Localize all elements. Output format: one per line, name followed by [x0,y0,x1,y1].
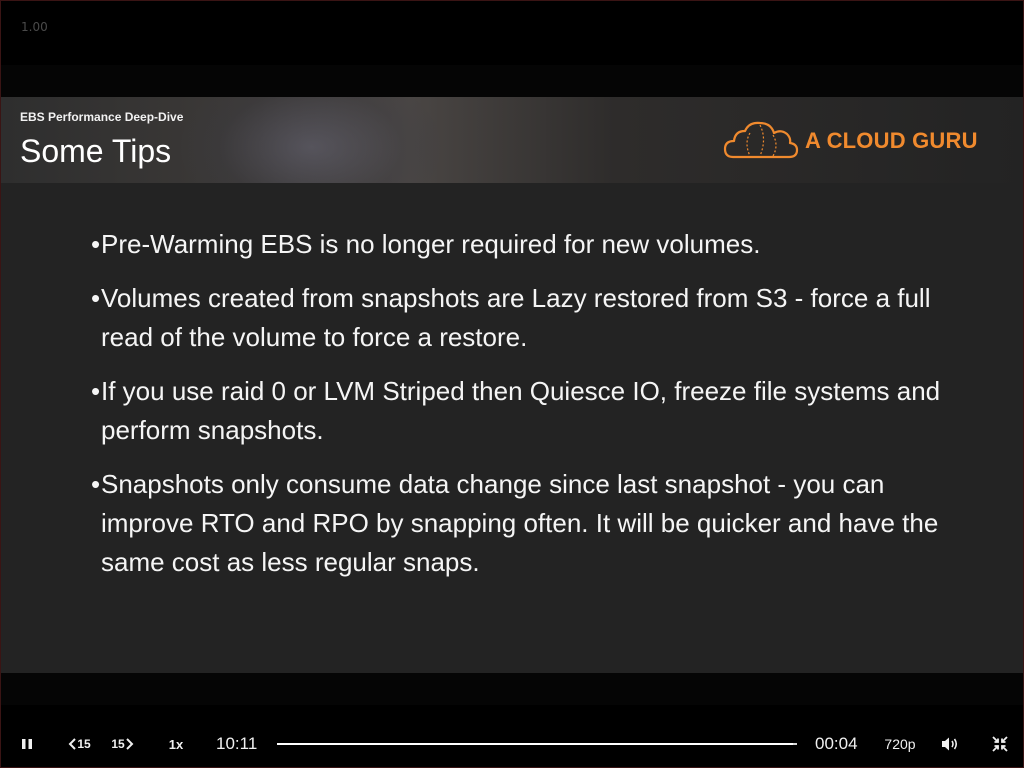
skip-back-button[interactable]: 15 [61,725,97,763]
volume-button[interactable] [937,725,963,763]
exit-fullscreen-icon [992,736,1008,752]
letterbox-bottom [1,673,1023,705]
bullet-text: If you use raid 0 or LVM Striped then Qu… [101,376,941,445]
video-frame[interactable]: EBS Performance Deep-Dive Some Tips A CL… [1,97,1023,673]
brand-name: A CLOUD GURU [805,128,978,153]
quality-button[interactable]: 720p [879,725,921,763]
playback-speed-button[interactable]: 1x [161,725,191,763]
pause-button[interactable] [13,725,41,763]
brand-logo: A CLOUD GURU [723,119,978,163]
bullet-item: • If you use raid 0 or LVM Striped then … [91,372,971,450]
forward-15-icon [125,738,134,750]
bullet-text: Snapshots only consume data change since… [101,469,939,577]
bullet-marker: • [91,376,101,406]
elapsed-time: 10:11 [216,734,258,753]
bullet-marker: • [91,283,101,313]
course-name: EBS Performance Deep-Dive [20,110,184,124]
cloud-logo-icon [723,121,799,159]
bullet-list: • Pre-Warming EBS is no longer required f… [91,225,971,597]
remaining-time: 00:04 [815,734,858,753]
video-player[interactable]: 1.00 EBS Performance Deep-Dive Some Tips… [0,0,1024,768]
bullet-marker: • [91,229,101,259]
slide-title: Some Tips [20,133,172,169]
skip-forward-label: 15 [111,737,125,751]
bullet-text: Pre-Warming EBS is no longer required fo… [101,229,761,259]
skip-forward-button[interactable]: 15 [105,725,141,763]
letterbox-top [1,65,1023,97]
playback-rate-readout: 1.00 [21,20,48,34]
pause-icon [22,739,32,749]
control-bar: 15 15 1x 10:11 00:04 720p [1,725,1023,763]
progress-fill [277,743,794,745]
rewind-15-icon [68,738,77,750]
skip-back-label: 15 [77,737,91,751]
bullet-item: • Snapshots only consume data change sin… [91,465,971,582]
bullet-item: • Volumes created from snapshots are Laz… [91,279,971,357]
slide-header: EBS Performance Deep-Dive Some Tips A CL… [1,97,1023,183]
exit-fullscreen-button[interactable] [987,725,1013,763]
volume-icon [942,737,958,751]
presenter-background [181,97,441,183]
progress-bar[interactable] [277,743,797,745]
bullet-marker: • [91,469,101,499]
bullet-item: • Pre-Warming EBS is no longer required f… [91,225,971,264]
bullet-text: Volumes created from snapshots are Lazy … [101,283,931,352]
